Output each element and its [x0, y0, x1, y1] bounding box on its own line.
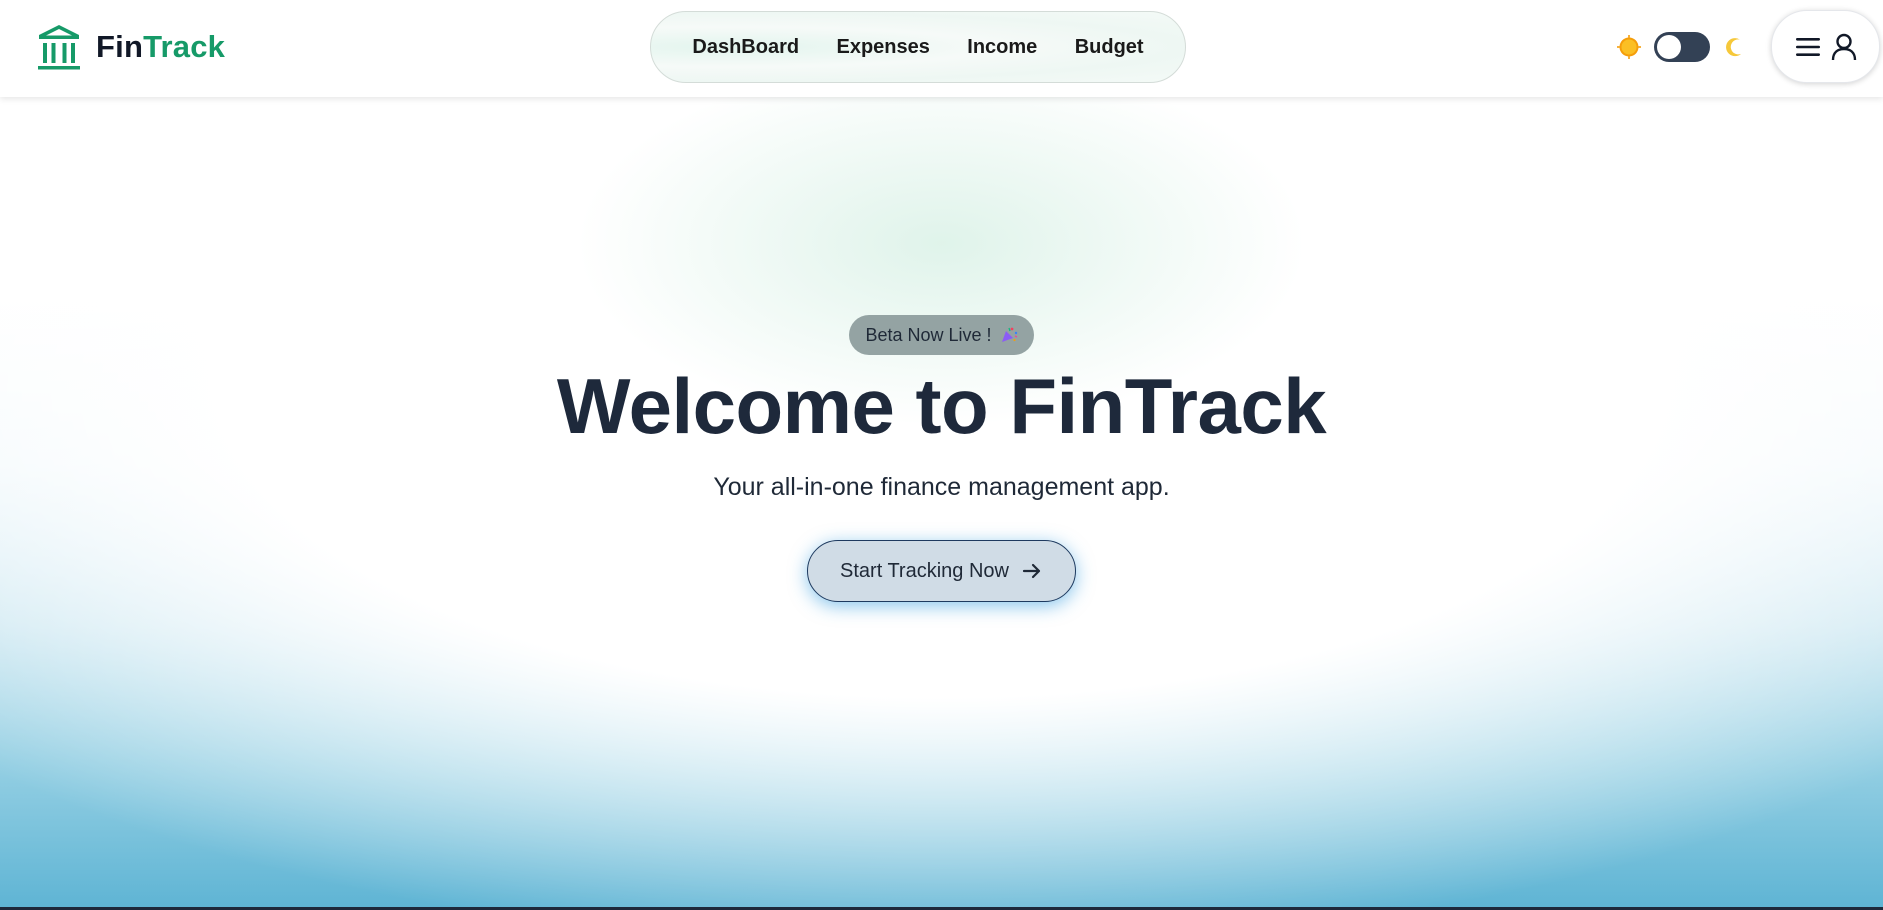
start-tracking-button[interactable]: Start Tracking Now	[807, 540, 1076, 602]
theme-toggle	[1616, 30, 1746, 64]
arrow-right-icon	[1022, 563, 1041, 579]
brand-name-fin: Fin	[96, 29, 144, 64]
hamburger-icon	[1795, 37, 1820, 56]
bank-icon	[38, 25, 80, 70]
user-menu-button[interactable]	[1771, 10, 1880, 83]
start-tracking-label: Start Tracking Now	[840, 559, 1009, 582]
hero-section: Beta Now Live ! Welcome to FinTrack Your…	[0, 315, 1883, 602]
hero-title: Welcome to FinTrack	[556, 362, 1327, 450]
party-popper-icon	[1001, 327, 1017, 342]
theme-switch-knob	[1657, 35, 1681, 59]
theme-switch[interactable]	[1654, 32, 1710, 62]
nav-item-expenses[interactable]: Expenses	[830, 30, 935, 65]
brand-name: FinTrack	[96, 29, 225, 65]
brand-name-track: Track	[143, 29, 226, 64]
moon-icon	[1726, 38, 1742, 57]
nav-item-budget[interactable]: Budget	[1069, 30, 1150, 65]
hero-subtitle: Your all-in-one finance management app.	[713, 473, 1170, 501]
nav-item-dashboard[interactable]: DashBoard	[686, 30, 805, 65]
top-navbar: FinTrack DashBoard Expenses Income Budge…	[0, 0, 1883, 97]
brand-logo[interactable]: FinTrack	[36, 22, 225, 72]
page: FinTrack DashBoard Expenses Income Budge…	[0, 0, 1883, 910]
main-nav: DashBoard Expenses Income Budget	[650, 11, 1186, 83]
beta-badge: Beta Now Live !	[849, 315, 1034, 355]
beta-badge-label: Beta Now Live !	[865, 324, 992, 345]
user-icon	[1831, 33, 1856, 60]
nav-item-income[interactable]: Income	[961, 30, 1043, 65]
sun-icon	[1617, 35, 1641, 59]
